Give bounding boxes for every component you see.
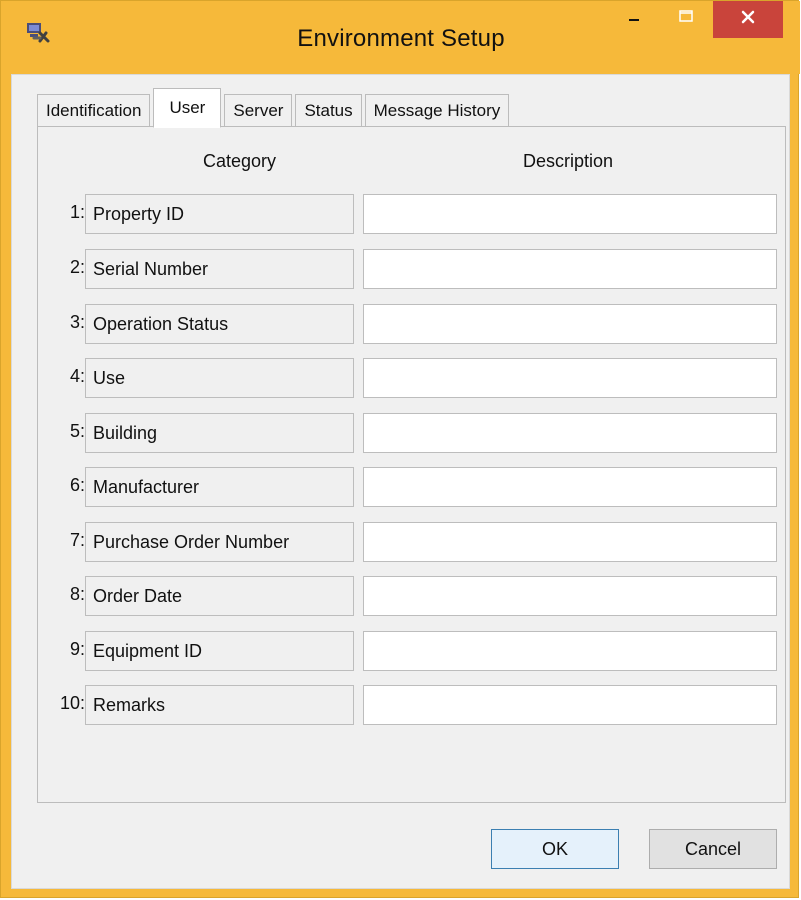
close-button[interactable] (713, 1, 783, 38)
category-label-purchase-order-number: Purchase Order Number (85, 522, 354, 562)
category-label-property-id: Property ID (85, 194, 354, 234)
cancel-button[interactable]: Cancel (649, 829, 777, 869)
description-input-remarks[interactable] (363, 685, 777, 725)
row-number: 1: (69, 202, 85, 222)
maximize-icon (676, 7, 696, 32)
ok-button[interactable]: OK (491, 829, 619, 869)
tab-identification[interactable]: Identification (37, 94, 151, 127)
form-row-building: 5: Building (38, 413, 787, 453)
description-input-use[interactable] (363, 358, 777, 398)
tab-user[interactable]: User (153, 88, 222, 128)
description-input-order-date[interactable] (363, 576, 777, 616)
form-row-purchase-order-number: 7: Purchase Order Number (38, 522, 787, 562)
row-number: 4: (69, 366, 85, 386)
category-label-use: Use (85, 358, 354, 398)
row-number: 7: (69, 530, 85, 550)
description-input-equipment-id[interactable] (363, 631, 777, 671)
description-input-building[interactable] (363, 413, 777, 453)
form-row-property-id: 1: Property ID (38, 194, 787, 234)
description-column-header: Description (523, 151, 614, 171)
minimize-icon (624, 7, 644, 32)
row-number: 10: (59, 693, 85, 713)
description-input-property-id[interactable] (363, 194, 777, 234)
category-label-order-date: Order Date (85, 576, 354, 616)
category-column-header: Category (203, 151, 277, 171)
description-input-purchase-order-number[interactable] (363, 522, 777, 562)
tab-message-history[interactable]: Message History (364, 94, 510, 127)
description-input-manufacturer[interactable] (363, 467, 777, 507)
form-row-operation-status: 3: Operation Status (38, 304, 787, 344)
tab-server[interactable]: Server (224, 94, 293, 127)
description-input-operation-status[interactable] (363, 304, 777, 344)
form-row-equipment-id: 9: Equipment ID (38, 631, 787, 671)
description-input-serial-number[interactable] (363, 249, 777, 289)
category-label-building: Building (85, 413, 354, 453)
category-label-operation-status: Operation Status (85, 304, 354, 344)
form-row-use: 4: Use (38, 358, 787, 398)
environment-setup-icon (25, 21, 51, 45)
row-number: 6: (69, 475, 85, 495)
category-label-serial-number: Serial Number (85, 249, 354, 289)
tab-status[interactable]: Status (295, 94, 362, 127)
row-number: 3: (69, 312, 85, 332)
environment-setup-window: Environment Setup Identification User Se… (0, 0, 800, 898)
category-label-equipment-id: Equipment ID (85, 631, 354, 671)
row-number: 2: (69, 257, 85, 277)
row-number: 5: (69, 421, 85, 441)
category-label-remarks: Remarks (85, 685, 354, 725)
window-title-bar[interactable]: Environment Setup (1, 1, 800, 74)
dialog-client-area: Identification User Server Status Messag… (11, 74, 790, 889)
window-title: Environment Setup (297, 25, 505, 52)
form-row-serial-number: 2: Serial Number (38, 249, 787, 289)
form-row-remarks: 10: Remarks (38, 685, 787, 725)
form-row-order-date: 8: Order Date (38, 576, 787, 616)
minimize-button[interactable] (611, 1, 657, 38)
close-icon (738, 7, 758, 32)
row-number: 9: (69, 639, 85, 659)
settings-tabs: Identification User Server Status Messag… (37, 87, 512, 128)
row-number: 8: (69, 584, 85, 604)
maximize-button[interactable] (663, 1, 709, 38)
form-row-manufacturer: 6: Manufacturer (38, 467, 787, 507)
user-tab-panel: Category Description 1: Property ID 2: S… (37, 126, 786, 803)
category-label-manufacturer: Manufacturer (85, 467, 354, 507)
